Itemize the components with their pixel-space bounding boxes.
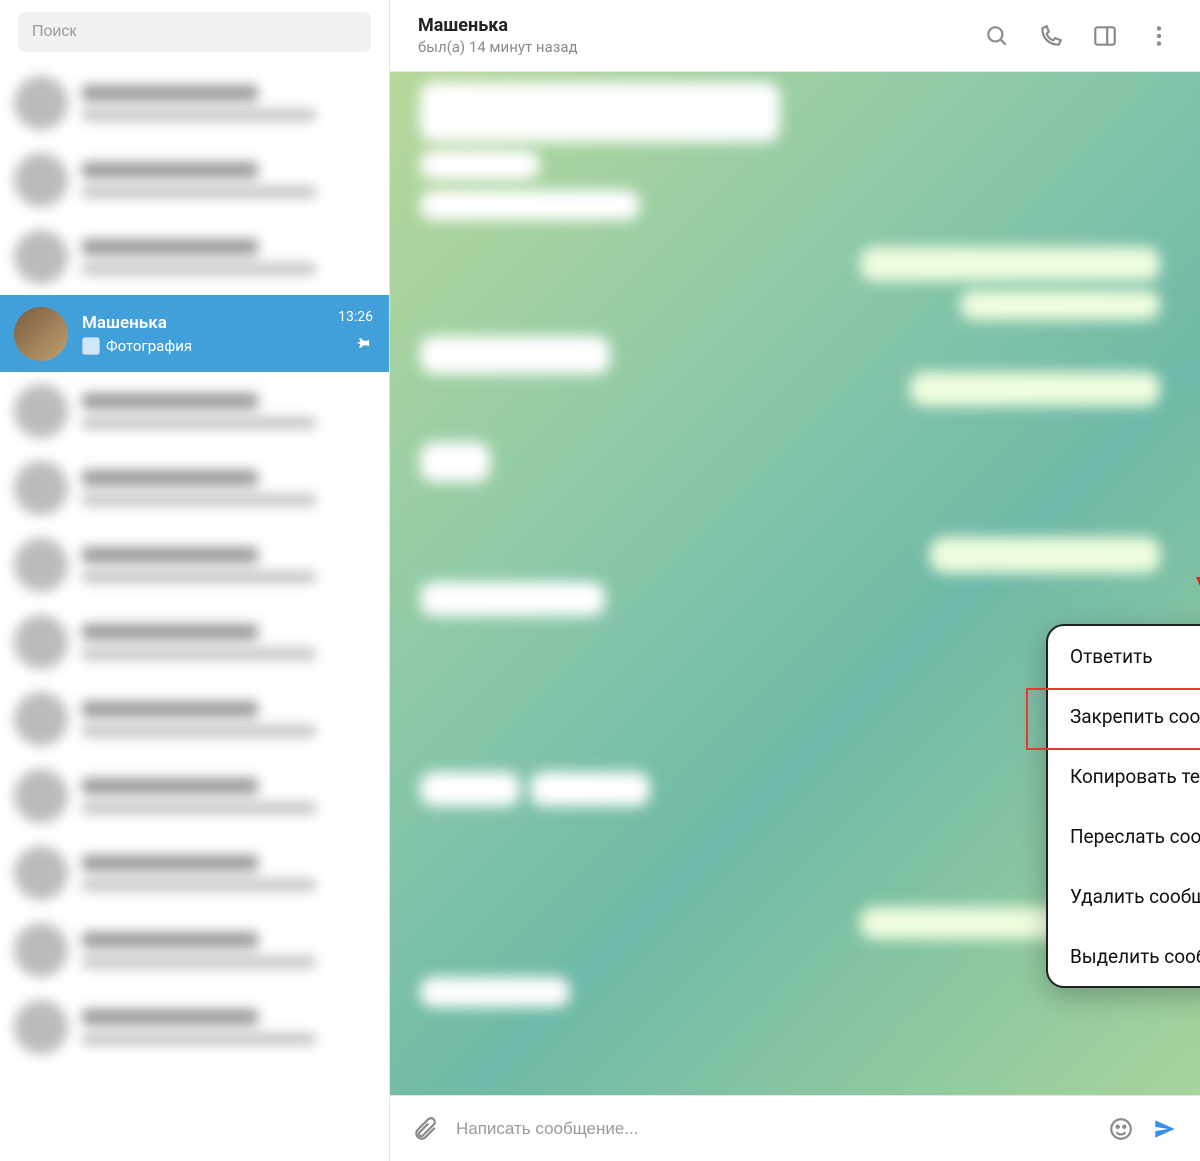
message-bubble <box>420 150 540 180</box>
chat-item-blurred <box>0 757 389 834</box>
ctx-item-select[interactable]: Выделить сообщение <box>1048 926 1200 986</box>
annotation-arrow-icon <box>1192 397 1200 637</box>
search-input[interactable] <box>18 12 371 52</box>
message-bubble <box>420 442 490 482</box>
chat-status: был(а) 14 минут назад <box>418 38 984 56</box>
chat-name: Машенька <box>82 313 375 333</box>
chat-main: Машенька был(а) 14 минут назад <box>390 0 1200 1161</box>
emoji-icon[interactable] <box>1108 1116 1134 1142</box>
message-bubble <box>930 537 1160 573</box>
chat-time: 13:26 <box>338 309 373 325</box>
message-bubble <box>420 82 780 142</box>
chat-body[interactable]: Ответить Закрепить сообщение Копировать … <box>390 72 1200 1095</box>
chat-item-blurred <box>0 141 389 218</box>
chat-subtitle: Фотография <box>82 337 375 355</box>
ctx-item-pin[interactable]: Закрепить сообщение <box>1048 686 1200 746</box>
chat-item-blurred <box>0 680 389 757</box>
chat-item-blurred <box>0 834 389 911</box>
chat-item-blurred <box>0 526 389 603</box>
message-bubble <box>420 336 610 374</box>
avatar <box>14 307 68 361</box>
composer <box>390 1095 1200 1161</box>
message-bubble <box>860 247 1160 281</box>
send-icon[interactable] <box>1152 1116 1178 1142</box>
photo-icon <box>82 337 100 355</box>
message-bubble <box>910 372 1160 406</box>
message-bubble <box>420 977 570 1007</box>
chat-item-blurred <box>0 372 389 449</box>
search-icon[interactable] <box>984 23 1010 49</box>
search-wrap <box>0 0 389 64</box>
context-menu: Ответить Закрепить сообщение Копировать … <box>1046 624 1200 988</box>
message-input[interactable] <box>456 1119 1090 1139</box>
chat-item-blurred <box>0 449 389 526</box>
message-bubble <box>420 190 640 220</box>
pin-icon <box>355 336 371 356</box>
chat-subtitle-text: Фотография <box>106 337 192 355</box>
chat-item-blurred <box>0 603 389 680</box>
chat-item-blurred <box>0 911 389 988</box>
chat-item-blurred <box>0 988 389 1065</box>
ctx-item-delete[interactable]: Удалить сообщение <box>1048 866 1200 926</box>
call-icon[interactable] <box>1038 23 1064 49</box>
ctx-item-reply[interactable]: Ответить <box>1048 626 1200 686</box>
chat-title[interactable]: Машенька <box>418 15 984 36</box>
sidepanel-icon[interactable] <box>1092 23 1118 49</box>
app-root: Машенька Фотография 13:26 <box>0 0 1200 1161</box>
message-bubble <box>530 772 650 806</box>
ctx-item-forward[interactable]: Переслать сообщение <box>1048 806 1200 866</box>
chat-list[interactable]: Машенька Фотография 13:26 <box>0 64 389 1161</box>
attach-icon[interactable] <box>412 1116 438 1142</box>
header-actions <box>984 23 1172 49</box>
more-icon[interactable] <box>1146 23 1172 49</box>
ctx-item-copy[interactable]: Копировать текст <box>1048 746 1200 806</box>
chat-item-blurred <box>0 218 389 295</box>
chat-item-blurred <box>0 64 389 141</box>
sidebar: Машенька Фотография 13:26 <box>0 0 390 1161</box>
message-bubble <box>960 290 1160 320</box>
message-bubble <box>420 772 520 806</box>
message-bubble <box>420 582 605 616</box>
chat-header: Машенька был(а) 14 минут назад <box>390 0 1200 72</box>
chat-item-selected[interactable]: Машенька Фотография 13:26 <box>0 295 389 372</box>
